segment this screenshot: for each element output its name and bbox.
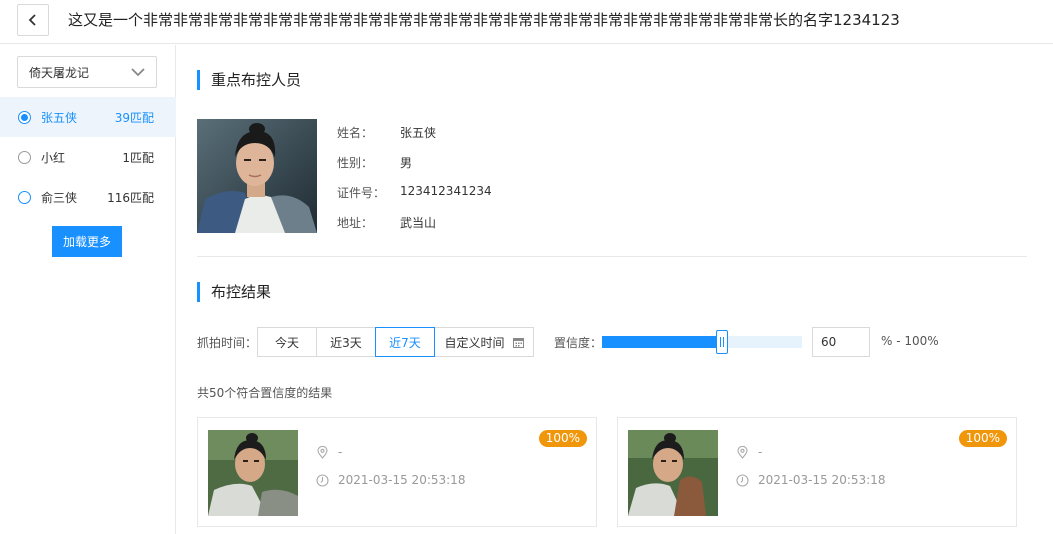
capture-time-label: 抓拍时间：	[197, 336, 258, 350]
chevron-down-icon	[131, 68, 145, 77]
card-location: -	[758, 445, 763, 459]
calendar-icon	[512, 337, 524, 348]
confidence-input[interactable]	[812, 327, 870, 357]
clock-icon	[736, 473, 749, 487]
result-summary: 共50个符合置信度的结果	[197, 386, 333, 400]
confidence-badge: 100%	[538, 430, 587, 447]
card-time: 2021-03-15 20:53:18	[758, 473, 886, 487]
sidebar: 倚天屠龙记 张五侠 39匹配 小红 1匹配 俞三侠 116匹配 加载更多	[0, 45, 176, 534]
result-card[interactable]: 100% - 2021-03-15 20:53:18	[617, 417, 1017, 527]
clock-icon	[316, 473, 329, 487]
group-select[interactable]: 倚天屠龙记	[17, 56, 157, 88]
location-pin-icon	[737, 445, 748, 459]
name-label: 姓名：	[337, 126, 374, 140]
person-item[interactable]: 张五侠 39匹配	[0, 97, 176, 137]
group-select-value: 倚天屠龙记	[29, 65, 90, 80]
time-option-7days[interactable]: 近7天	[375, 327, 435, 357]
address-label: 地址：	[337, 216, 374, 230]
name-value: 张五侠	[400, 126, 437, 140]
gender-value: 男	[400, 156, 413, 170]
person-name: 张五侠	[41, 110, 78, 125]
section-divider	[197, 256, 1027, 257]
id-number-label: 证件号：	[337, 186, 386, 200]
page-header: 这又是一个非常非常非常非常非常非常非常非常非常非常非常非常非常非常非常非常非常非…	[0, 0, 1053, 44]
person-portrait	[197, 119, 317, 233]
result-card[interactable]: 100% - 2021-03-15 20:53:18	[197, 417, 597, 527]
person-name: 俞三侠	[41, 190, 78, 205]
custom-time-label: 自定义时间	[444, 335, 505, 350]
portrait-image	[197, 119, 317, 233]
capture-thumbnail	[628, 430, 718, 516]
radio-icon[interactable]	[18, 190, 31, 204]
load-more-button[interactable]: 加载更多	[52, 226, 122, 257]
section-title-profile: 重点布控人员	[197, 70, 301, 90]
radio-icon[interactable]	[18, 150, 31, 164]
capture-image	[208, 430, 298, 516]
address-value: 武当山	[400, 216, 437, 230]
capture-image	[628, 430, 718, 516]
back-button[interactable]	[17, 4, 49, 36]
person-item[interactable]: 小红 1匹配	[0, 137, 176, 177]
time-option-today[interactable]: 今天	[257, 327, 317, 357]
confidence-suffix: % - 100%	[881, 334, 939, 348]
time-option-custom[interactable]: 自定义时间	[434, 327, 534, 357]
card-time-row: 2021-03-15 20:53:18	[736, 473, 885, 487]
slider-fill	[602, 336, 722, 348]
confidence-slider[interactable]	[602, 330, 802, 354]
card-time-row: 2021-03-15 20:53:18	[316, 473, 465, 487]
capture-thumbnail	[208, 430, 298, 516]
location-pin-icon	[317, 445, 328, 459]
card-location-row: -	[316, 445, 342, 459]
slider-handle[interactable]	[716, 330, 728, 354]
person-item[interactable]: 俞三侠 116匹配	[0, 177, 176, 217]
card-time: 2021-03-15 20:53:18	[338, 473, 466, 487]
person-match-count: 116匹配	[107, 190, 154, 205]
page-title: 这又是一个非常非常非常非常非常非常非常非常非常非常非常非常非常非常非常非常非常非…	[68, 11, 900, 29]
radio-icon[interactable]	[18, 110, 31, 124]
person-match-count: 39匹配	[114, 110, 154, 125]
time-option-3days[interactable]: 近3天	[316, 327, 376, 357]
person-name: 小红	[41, 150, 66, 165]
chevron-left-icon	[28, 14, 36, 26]
card-location: -	[338, 445, 343, 459]
confidence-badge: 100%	[958, 430, 1007, 447]
gender-label: 性别：	[337, 156, 374, 170]
person-match-count: 1匹配	[122, 150, 154, 165]
card-location-row: -	[736, 445, 762, 459]
id-number-value: 123412341234	[400, 184, 492, 198]
section-title-results: 布控结果	[197, 282, 271, 302]
confidence-label: 置信度：	[554, 336, 603, 350]
